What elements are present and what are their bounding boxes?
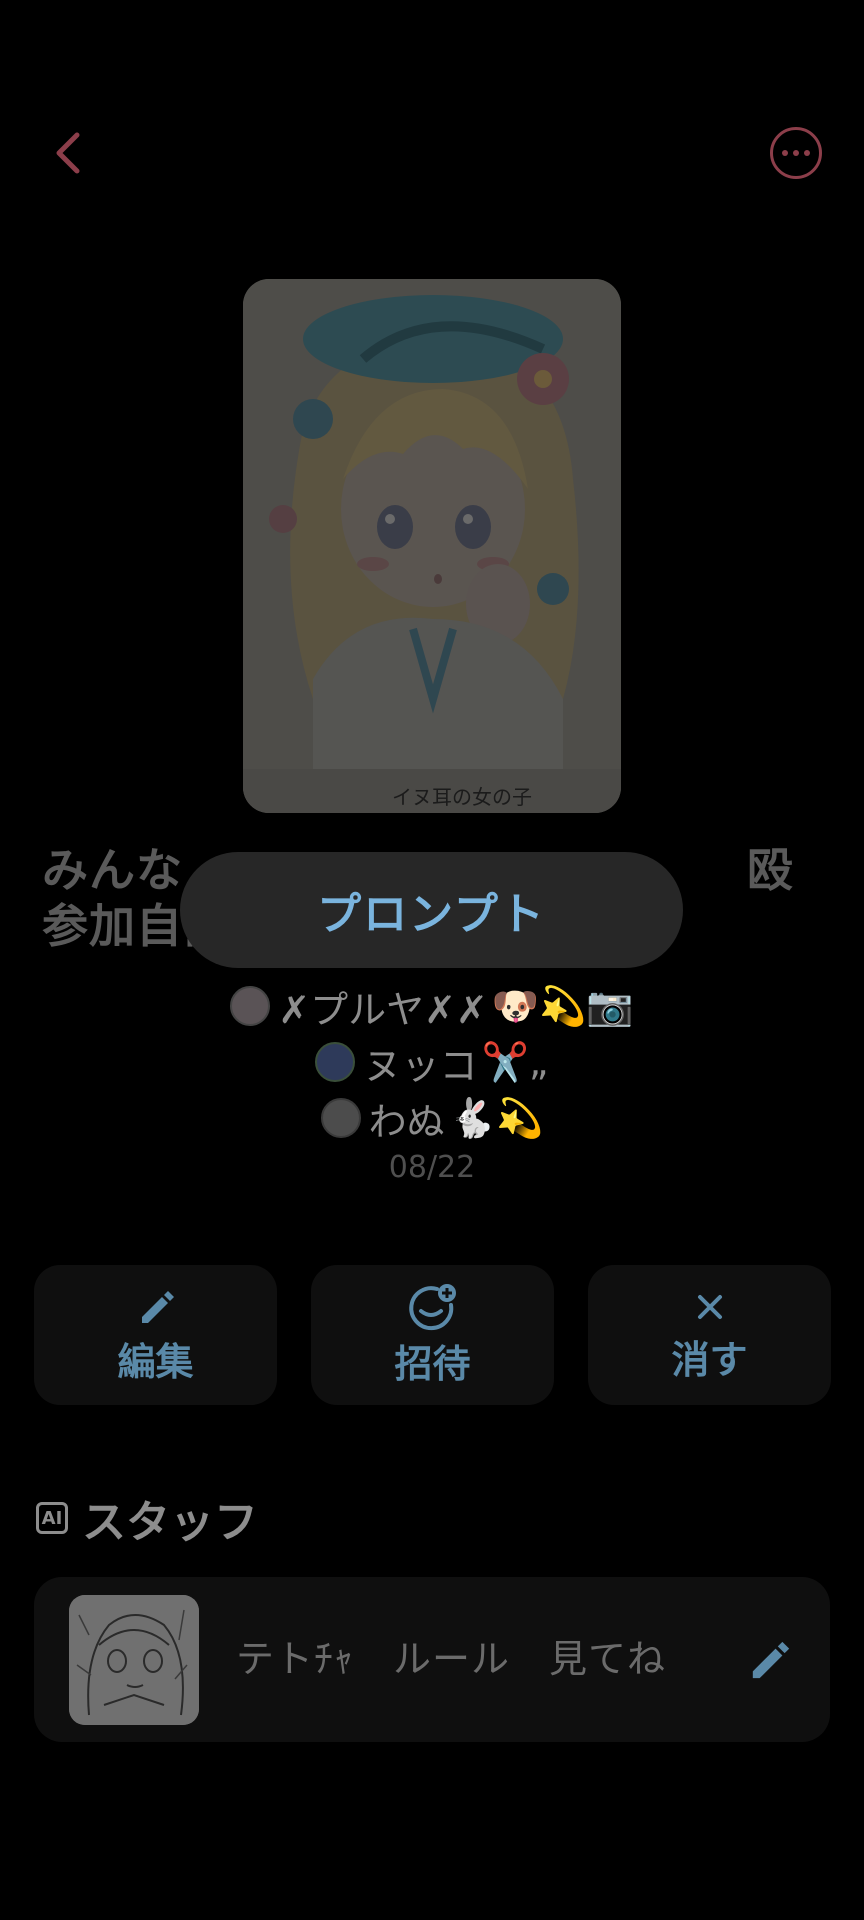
member-emoji: 🐇💫 [448, 1095, 544, 1140]
invite-label: 招待 [394, 1341, 471, 1386]
member-name: ✗プルヤ✗✗ [278, 987, 488, 1032]
staff-heading: スタッフ [82, 1497, 258, 1548]
cover-image[interactable]: イヌ耳の女の子 [243, 279, 621, 813]
staff-avatar [69, 1595, 199, 1725]
avatar [230, 986, 271, 1026]
member-name: わぬ [368, 1099, 445, 1144]
action-bar: 編集 招待 消す [34, 1265, 831, 1405]
more-horizontal-icon [782, 150, 788, 156]
created-date: 08/22 [388, 1150, 476, 1185]
staff-edit-button[interactable] [746, 1635, 796, 1685]
member-list: ✗プルヤ✗✗ 🐶💫📷 ヌッコ ✂️„ わぬ 🐇💫 08/22 [0, 978, 864, 1185]
back-button[interactable] [40, 118, 96, 188]
more-options-button[interactable] [770, 127, 822, 179]
staff-description: テトﾁｬ ルール 見てね [236, 1637, 667, 1681]
chevron-left-icon [56, 132, 80, 174]
member-emoji: ✂️„ [481, 1039, 549, 1084]
member-item[interactable]: わぬ 🐇💫 [0, 1090, 864, 1146]
member-name: ヌッコ [363, 1043, 478, 1088]
anime-girl-illustration [243, 279, 621, 813]
cover-caption: イヌ耳の女の子 [243, 769, 621, 813]
prompt-toast[interactable]: プロンプト [180, 852, 683, 968]
avatar [315, 1042, 356, 1082]
delete-button[interactable]: 消す [588, 1265, 831, 1405]
delete-label: 消す [671, 1337, 748, 1382]
close-icon [697, 1294, 722, 1319]
member-item[interactable]: ヌッコ ✂️„ [0, 1034, 864, 1090]
add-face-icon [408, 1283, 456, 1330]
sketch-illustration [69, 1595, 199, 1725]
member-item[interactable]: ✗プルヤ✗✗ 🐶💫📷 [0, 978, 864, 1034]
edit-label: 編集 [117, 1339, 194, 1384]
edit-button[interactable]: 編集 [34, 1265, 277, 1405]
invite-button[interactable]: 招待 [311, 1265, 554, 1405]
staff-item[interactable]: テトﾁｬ ルール 見てね [34, 1577, 830, 1742]
staff-section-title: AI スタッフ [36, 1486, 258, 1550]
member-emoji: 🐶💫📷 [491, 983, 634, 1028]
pencil-icon [141, 1290, 174, 1323]
avatar [320, 1098, 361, 1138]
ai-badge-icon: AI [36, 1502, 68, 1534]
more-dot [804, 150, 810, 156]
more-dot [793, 150, 799, 156]
pencil-icon [752, 1641, 790, 1679]
